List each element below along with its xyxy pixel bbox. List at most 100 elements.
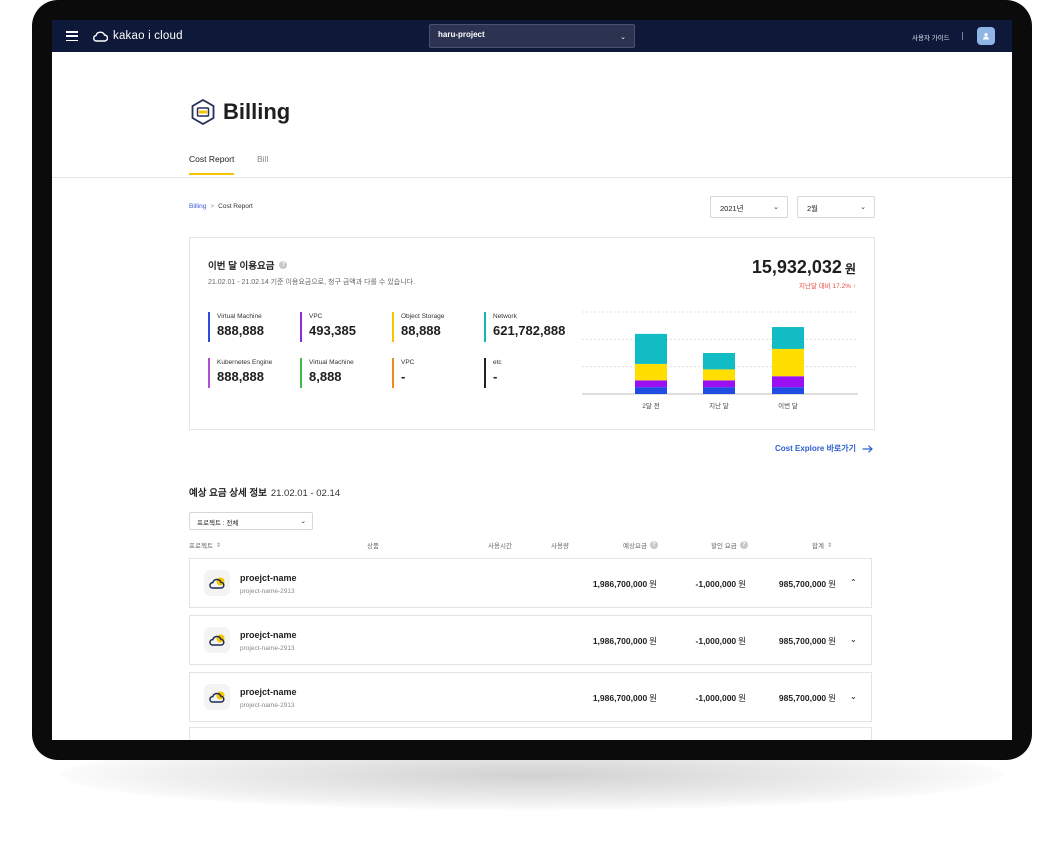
page-header: Billing Cost Report Bill bbox=[52, 52, 1012, 178]
help-icon[interactable]: ? bbox=[279, 261, 288, 269]
metric-label: Network bbox=[493, 313, 517, 320]
service-metric: Virtual Machine 8,888 bbox=[300, 358, 386, 388]
cost-explore-link-label: Cost Explore 바로가기 bbox=[775, 444, 857, 453]
chevron-up-icon[interactable]: ⌃ bbox=[850, 578, 857, 587]
tab-bill[interactable]: Bill bbox=[257, 154, 268, 164]
metric-value: 888,888 bbox=[217, 323, 264, 338]
metric-value: 88,888 bbox=[401, 323, 441, 338]
card-title-text: 이번 달 이용요금 bbox=[208, 261, 275, 272]
project-cloud-icon bbox=[204, 627, 230, 653]
metric-value: - bbox=[493, 369, 498, 384]
table-row[interactable]: proejct-name project-name-2913 1,986,700,0… bbox=[189, 558, 872, 608]
help-icon[interactable]: ? bbox=[649, 541, 658, 549]
app-screen: kakao i cloud haru-project ⌄ 사용자 가이드 Bil… bbox=[52, 20, 1012, 740]
total-cost: 985,700,000 원 bbox=[778, 579, 836, 589]
divider bbox=[962, 32, 963, 40]
project-cloud-icon bbox=[204, 570, 230, 596]
month-over-month-change: 지난달 대비 17.2% ↑ bbox=[799, 283, 856, 290]
arrow-right-icon bbox=[862, 444, 873, 453]
total-cost-value: 15,932,032 bbox=[751, 257, 842, 277]
logo-text: kakao i cloud bbox=[113, 30, 183, 42]
year-select-value: 2021년 bbox=[720, 204, 744, 213]
expected-cost: 1,986,700,000 원 bbox=[592, 579, 657, 589]
metric-value: - bbox=[401, 369, 406, 384]
bar-segment bbox=[703, 353, 735, 370]
table-row[interactable]: proejct-name project-name-2913 1,986,700,0… bbox=[189, 672, 872, 722]
sort-icon[interactable]: ⇕ bbox=[827, 542, 832, 549]
cost-explore-link[interactable]: Cost Explore 바로가기 bbox=[775, 443, 873, 454]
service-metric: VPC - bbox=[392, 358, 478, 388]
user-guide-link[interactable]: 사용자 가이드 bbox=[912, 32, 950, 42]
tab-cost-report[interactable]: Cost Report bbox=[189, 154, 234, 164]
table-row[interactable]: proejct-name project-name-2913 1,986,700,0… bbox=[189, 615, 872, 665]
bar-segment bbox=[635, 333, 667, 364]
column-header-project[interactable]: 프로젝트 ⇕ bbox=[189, 540, 221, 551]
chevron-down-icon: ⌄ bbox=[773, 204, 779, 211]
column-header-total[interactable]: 합계 ⇕ bbox=[812, 540, 832, 551]
metric-label: VPC bbox=[309, 313, 323, 320]
service-metric: Object Storage 88,888 bbox=[392, 312, 478, 342]
user-icon bbox=[983, 33, 989, 40]
total-cost-unit: 원 bbox=[844, 262, 856, 276]
column-header-usage-time: 사용시간 bbox=[488, 540, 512, 550]
year-select[interactable]: 2021년 ⌄ bbox=[710, 196, 788, 218]
breadcrumb-billing-link[interactable]: Billing bbox=[189, 203, 206, 210]
column-header-label: 합계 bbox=[812, 543, 824, 550]
project-select[interactable]: haru-project ⌄ bbox=[429, 24, 635, 48]
help-icon[interactable]: ? bbox=[739, 541, 748, 549]
discount-cost: -1,000,000 원 bbox=[695, 636, 746, 646]
page-title: Billing bbox=[223, 99, 291, 124]
metric-label: Virtual Machine bbox=[309, 359, 354, 366]
discount-cost: -1,000,000 원 bbox=[695, 579, 746, 589]
expected-cost: 1,986,700,000 원 bbox=[592, 636, 657, 646]
bar-segment bbox=[703, 380, 735, 388]
chevron-down-icon: ⌄ bbox=[620, 34, 626, 41]
chevron-down-icon: ⌄ bbox=[300, 518, 306, 525]
user-avatar[interactable] bbox=[977, 27, 995, 45]
expected-cost: 1,986,700,000 원 bbox=[592, 693, 657, 703]
project-filter-select[interactable]: 프로젝트 : 전체 ⌄ bbox=[189, 512, 313, 530]
service-metric: Network 621,782,888 bbox=[484, 312, 570, 342]
metric-label: Kubernetes Engine bbox=[217, 359, 273, 366]
bar-segment bbox=[703, 369, 735, 381]
bar-segment bbox=[772, 376, 804, 388]
total-cost: 985,700,000 원 bbox=[778, 693, 836, 703]
bar-segment bbox=[772, 327, 804, 349]
chevron-down-icon: ⌄ bbox=[860, 204, 866, 211]
column-header-expected: 예상요금? bbox=[623, 540, 658, 550]
month-select-value: 2월 bbox=[807, 204, 819, 213]
column-header-discount: 할인 요금? bbox=[711, 540, 748, 550]
project-id: project-name-2913 bbox=[240, 702, 295, 709]
chevron-down-icon[interactable]: ⌄ bbox=[850, 692, 857, 701]
total-cost: 15,932,032 원 bbox=[752, 257, 856, 278]
kakao-cloud-logo[interactable]: kakao i cloud bbox=[92, 28, 183, 44]
column-header-label: 할인 요금 bbox=[711, 543, 737, 550]
project-cloud-icon bbox=[204, 684, 230, 710]
project-name: proejct-name bbox=[240, 630, 297, 640]
metric-value: 621,782,888 bbox=[493, 323, 566, 338]
project-name: proejct-name bbox=[240, 687, 297, 697]
bar-segment bbox=[772, 387, 804, 394]
column-header-label: 사용량 bbox=[551, 543, 569, 550]
active-tab-indicator bbox=[189, 173, 234, 175]
metric-label: Virtual Machine bbox=[217, 313, 262, 320]
chevron-down-icon[interactable]: ⌄ bbox=[850, 635, 857, 644]
monthly-cost-chart: 2달 전 지난 달 이번 달 bbox=[582, 311, 858, 410]
sort-icon[interactable]: ⇕ bbox=[216, 542, 221, 549]
card-subtitle: 21.02.01 - 21.02.14 기준 이용요금으로, 청구 금액과 다를… bbox=[208, 279, 416, 286]
cloud-logo-icon bbox=[93, 31, 108, 42]
hamburger-menu-icon[interactable] bbox=[66, 31, 78, 41]
total-cost: 985,700,000 원 bbox=[778, 636, 836, 646]
metric-label: VPC bbox=[401, 359, 415, 366]
breadcrumb-separator-icon: > bbox=[210, 203, 215, 210]
project-id: project-name-2913 bbox=[240, 645, 295, 652]
month-select[interactable]: 2월 ⌄ bbox=[797, 196, 875, 218]
detail-range: 21.02.01 - 02.14 bbox=[270, 488, 341, 499]
metric-label: Object Storage bbox=[401, 313, 445, 320]
column-header-product: 상품 bbox=[367, 540, 379, 550]
breadcrumb-current: Cost Report bbox=[218, 203, 253, 210]
bar-segment bbox=[635, 387, 667, 394]
card-title: 이번 달 이용요금 ? bbox=[208, 258, 288, 272]
discount-cost: -1,000,000 원 bbox=[695, 693, 746, 703]
service-metric: Kubernetes Engine 888,888 bbox=[208, 358, 294, 388]
